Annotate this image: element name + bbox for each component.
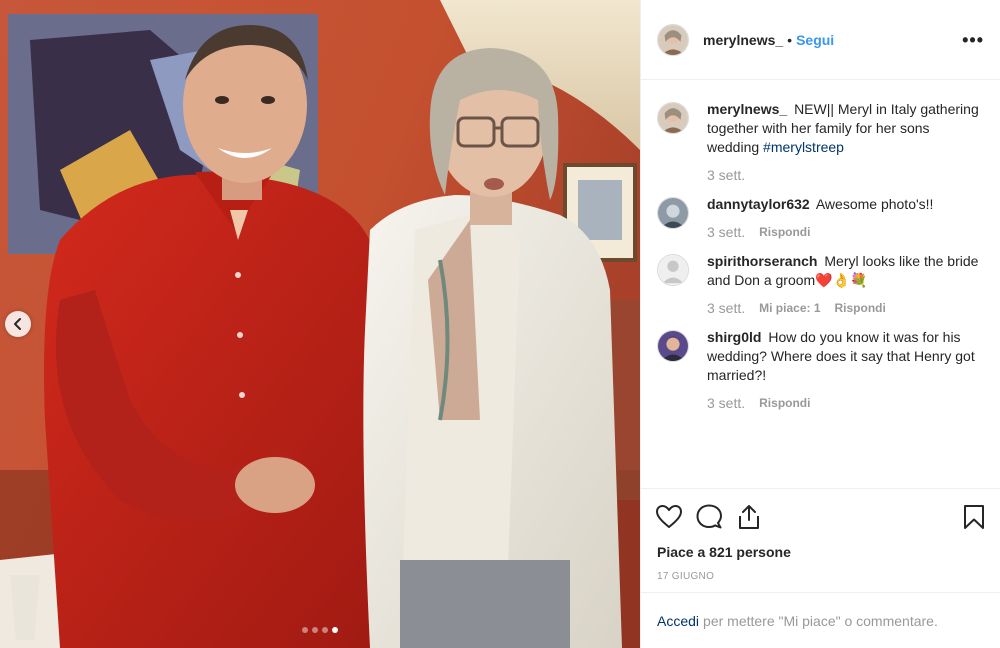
author-avatar[interactable] — [657, 23, 689, 56]
comment-bubble-icon[interactable] — [695, 503, 723, 531]
more-options-icon[interactable]: ••• — [962, 31, 984, 49]
comment-item: spirithorseranch Meryl looks like the br… — [657, 252, 984, 316]
carousel-indicator — [0, 627, 640, 633]
previous-photo-button[interactable] — [5, 311, 31, 337]
header-separator: • — [787, 31, 793, 48]
comment-item: shirg0ld How do you know it was for his … — [657, 328, 984, 411]
carousel-dot — [322, 627, 328, 633]
post-photo[interactable] — [0, 0, 640, 648]
caption-hashtag[interactable]: #merylstreep — [763, 139, 844, 155]
comment-likes-count[interactable]: Mi piace: 1 — [759, 301, 820, 315]
follow-button[interactable]: Segui — [796, 32, 834, 48]
caption-time[interactable]: 3 sett. — [707, 167, 745, 183]
comment-time[interactable]: 3 sett. — [707, 224, 745, 240]
post-side-panel: merylnews_ • Segui ••• merylnews_ NEW|| … — [640, 0, 1000, 648]
reply-button[interactable]: Rispondi — [759, 396, 810, 410]
chevron-left-icon — [14, 318, 21, 330]
reply-button[interactable]: Rispondi — [759, 225, 810, 239]
login-prompt-text: per mettere "Mi piace" o commentare. — [703, 612, 938, 629]
post-header: merylnews_ • Segui ••• — [641, 0, 1000, 80]
caption: merylnews_ NEW|| Meryl in Italy gatherin… — [657, 100, 984, 183]
comment-time[interactable]: 3 sett. — [707, 395, 745, 411]
login-prompt: Accedi per mettere "Mi piace" o commenta… — [641, 592, 1000, 648]
comments-list[interactable]: merylnews_ NEW|| Meryl in Italy gatherin… — [641, 80, 1000, 488]
comment-item: dannytaylor632 Awesome photo's!! 3 sett.… — [657, 195, 984, 240]
author-username[interactable]: merylnews_ — [703, 32, 783, 48]
post-date[interactable]: 17 GIUGNO — [641, 571, 1000, 582]
commenter-username[interactable]: dannytaylor632 — [707, 196, 810, 212]
bookmark-icon[interactable] — [960, 503, 988, 531]
comment-time[interactable]: 3 sett. — [707, 300, 745, 316]
photo-image — [0, 0, 640, 648]
likes-count[interactable]: Piace a 821 persone — [641, 544, 1000, 560]
share-icon[interactable] — [735, 503, 763, 531]
login-link[interactable]: Accedi — [657, 613, 699, 629]
commenter-username[interactable]: shirg0ld — [707, 329, 761, 345]
commenter-username[interactable]: spirithorseranch — [707, 253, 817, 269]
instagram-post: merylnews_ • Segui ••• merylnews_ NEW|| … — [0, 0, 1000, 648]
heart-icon[interactable] — [655, 503, 683, 531]
commenter-avatar[interactable] — [657, 197, 689, 229]
comment-emoji: ❤️👌💐 — [815, 272, 868, 288]
caption-avatar[interactable] — [657, 102, 689, 134]
caption-username[interactable]: merylnews_ — [707, 101, 787, 117]
commenter-avatar[interactable] — [657, 254, 689, 286]
carousel-dot — [302, 627, 308, 633]
carousel-dot-active — [332, 627, 338, 633]
commenter-avatar[interactable] — [657, 330, 689, 362]
reply-button[interactable]: Rispondi — [835, 301, 886, 315]
post-actions — [641, 488, 1000, 544]
carousel-dot — [312, 627, 318, 633]
comment-text: Awesome photo's!! — [815, 196, 934, 212]
